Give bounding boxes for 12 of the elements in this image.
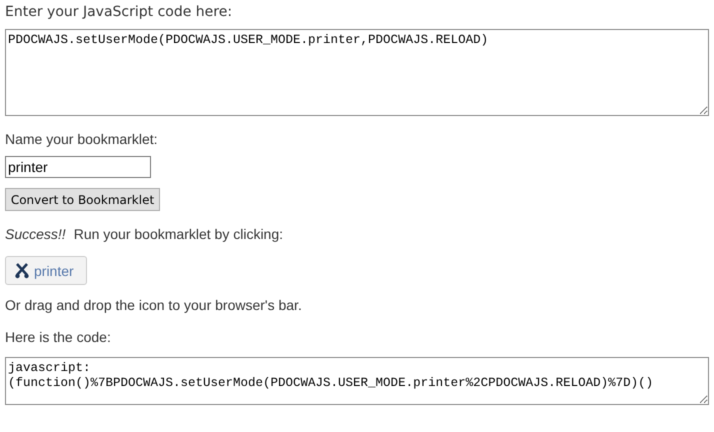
drag-hint: Or drag and drop the icon to your browser's bar. <box>5 296 303 314</box>
success-text: Success!! <box>5 225 66 243</box>
code-input[interactable]: PDOCWAJS.setUserMode(PDOCWAJS.USER_MODE.printer,PDOCWAJS.RELOAD) <box>5 29 709 116</box>
name-input[interactable]: printer <box>5 156 151 178</box>
output-label: Here is the code: <box>5 328 112 346</box>
scissors-icon <box>14 262 30 278</box>
bookmarklet-link[interactable]: printer <box>5 256 87 285</box>
code-label: Enter your JavaScript code here: <box>5 3 234 21</box>
output-code[interactable]: javascript: (function()%7BPDOCWAJS.setUserMode(PDOCWAJS.USER_MODE.printer%2CPDOCWAJS.RELOAD)%7D)() <box>5 357 709 405</box>
convert-button[interactable]: Convert to Bookmarklet <box>5 188 160 211</box>
success-message: Run your bookmarklet by clicking: <box>74 225 284 243</box>
name-label: Name your bookmarklet: <box>5 130 159 148</box>
